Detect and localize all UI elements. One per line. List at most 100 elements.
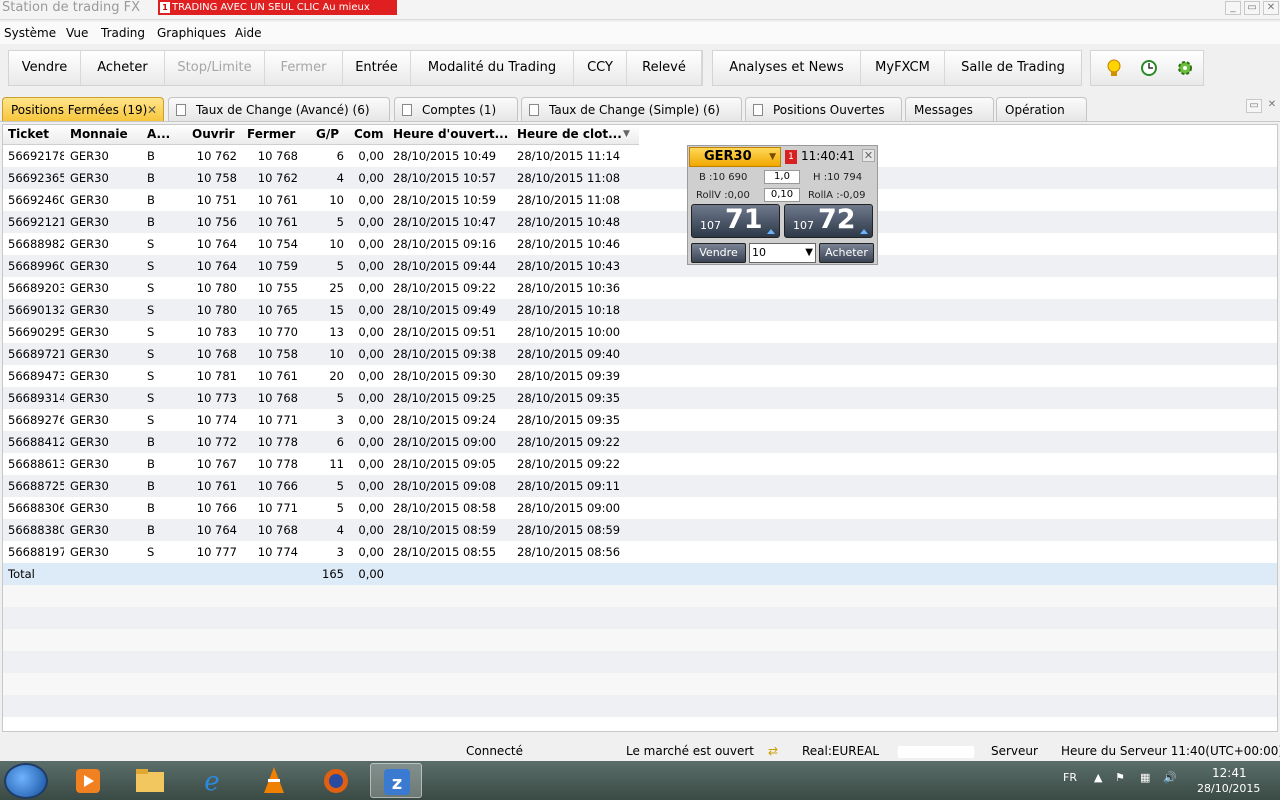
table-row[interactable]: 56689203 GER30 S 10 780 10 755 25 0,00 28/10/20… xyxy=(3,277,1277,299)
lightbulb-icon[interactable] xyxy=(1104,58,1124,78)
col-pl[interactable]: G/P xyxy=(316,127,339,141)
table-row[interactable]: 56689314 GER30 S 10 773 10 768 5 0,00 28/10/201… xyxy=(3,387,1277,409)
trading-room-button[interactable]: Salle de Trading xyxy=(945,50,1081,86)
cell-open-time: 28/10/2015 10:59 xyxy=(393,193,497,207)
cell-close-price: 10 762 xyxy=(257,171,298,185)
settings-gear-icon[interactable] xyxy=(1175,58,1195,78)
symbol-selector[interactable]: GER30 ▼ xyxy=(689,147,781,167)
firefox-app[interactable] xyxy=(310,763,362,798)
cell-open-time: 28/10/2015 10:49 xyxy=(393,149,497,163)
table-row[interactable]: 56688725 GER30 B 10 761 10 766 5 0,00 28/10/201… xyxy=(3,475,1277,497)
tab-advanced-rates[interactable]: Taux de Change (Avancé) (6) xyxy=(168,97,390,121)
col-commission[interactable]: Com xyxy=(354,127,384,141)
table-row[interactable]: 56692460 GER30 B 10 751 10 761 10 0,00 28/10/20… xyxy=(3,189,1277,211)
minimize-button[interactable]: _ xyxy=(1225,1,1241,15)
close-tab-icon[interactable]: ✕ xyxy=(147,98,157,122)
table-row[interactable]: 56689276 GER30 S 10 774 10 771 3 0,00 28/10/201… xyxy=(3,409,1277,431)
cell-currency: GER30 xyxy=(70,281,109,295)
tab-open-positions[interactable]: Positions Ouvertes xyxy=(745,97,902,121)
table-row[interactable]: 56689721 GER30 S 10 768 10 758 10 0,00 28/10/20… xyxy=(3,343,1277,365)
col-side[interactable]: A... xyxy=(147,127,170,141)
table-row[interactable]: 56689960 GER30 S 10 764 10 759 5 0,00 28/10/201… xyxy=(3,255,1277,277)
table-row[interactable]: 56688380 GER30 B 10 764 10 768 4 0,00 28/10/201… xyxy=(3,519,1277,541)
network-icon[interactable]: ▦ xyxy=(1140,771,1150,784)
widget-alert-badge[interactable]: 1 xyxy=(785,150,797,164)
cell-currency: GER30 xyxy=(70,545,109,559)
col-open[interactable]: Ouvrir xyxy=(192,127,235,141)
lot-field[interactable]: 1,0 xyxy=(764,170,800,184)
statement-button[interactable]: Relevé xyxy=(627,50,702,86)
tray-expand-icon[interactable]: ▲ xyxy=(1094,771,1102,784)
close-position-button[interactable]: Fermer xyxy=(265,50,343,86)
buy-button[interactable]: Acheter xyxy=(81,50,165,86)
sell-button[interactable]: Vendre xyxy=(9,50,81,86)
myfxcm-button[interactable]: MyFXCM xyxy=(861,50,945,86)
table-row[interactable]: 56688412 GER30 B 10 772 10 778 6 0,00 28/10/201… xyxy=(3,431,1277,453)
table-row[interactable]: 56692178 GER30 B 10 762 10 768 6 0,00 28/10/201… xyxy=(3,145,1277,167)
menu-graphiques[interactable]: Graphiques xyxy=(157,26,226,40)
col-ticket[interactable]: Ticket xyxy=(8,127,49,141)
tab-closed-positions[interactable]: Positions Fermées (19) ✕ xyxy=(2,97,164,121)
panel-close-button[interactable]: ✕ xyxy=(1264,99,1280,113)
trading-station-app[interactable]: z xyxy=(370,763,422,798)
table-row[interactable]: 56689473 GER30 S 10 781 10 761 20 0,00 28/10/20… xyxy=(3,365,1277,387)
explorer-app[interactable] xyxy=(124,763,176,798)
table-row[interactable]: 56688613 GER30 B 10 767 10 778 11 0,00 28/10/20… xyxy=(3,453,1277,475)
widget-buy-button[interactable]: Acheter xyxy=(819,243,874,263)
buy-price-button[interactable]: 107 72 xyxy=(784,204,873,238)
cell-open-price: 10 781 xyxy=(196,369,237,383)
clock-date[interactable]: 28/10/2015 xyxy=(1197,782,1260,795)
table-row[interactable]: 56688306 GER30 B 10 766 10 771 5 0,00 28/10/201… xyxy=(3,497,1277,519)
cell-close-time: 28/10/2015 11:08 xyxy=(517,171,621,185)
entry-button[interactable]: Entrée xyxy=(343,50,411,86)
buy-price-pips: 72 xyxy=(818,204,856,235)
restore-button[interactable]: ▭ xyxy=(1244,1,1260,15)
clock-refresh-icon[interactable] xyxy=(1139,58,1159,78)
close-icon[interactable]: ✕ xyxy=(862,149,875,162)
one-click-trading-banner[interactable]: 1 TRADING AVEC UN SEUL CLIC Au mieux xyxy=(158,0,397,15)
action-center-flag-icon[interactable]: ⚑ xyxy=(1115,771,1125,784)
table-row[interactable]: 56692121 GER30 B 10 756 10 761 5 0,00 28/10/201… xyxy=(3,211,1277,233)
cell-currency: GER30 xyxy=(70,325,109,339)
menu-systeme[interactable]: Système xyxy=(4,26,56,40)
table-row[interactable]: 56688982 GER30 S 10 764 10 754 10 0,00 28/10/20… xyxy=(3,233,1277,255)
widget-sell-button[interactable]: Vendre xyxy=(691,243,746,263)
volume-icon[interactable]: 🔊 xyxy=(1163,771,1177,784)
menu-vue[interactable]: Vue xyxy=(66,26,88,40)
panel-restore-button[interactable]: ▭ xyxy=(1246,99,1262,113)
quote-widget[interactable]: GER30 ▼ 1 11:40:41 ✕ B :10 690 1,0 H :10… xyxy=(687,145,878,265)
vlc-app[interactable] xyxy=(248,763,300,798)
tab-accounts[interactable]: Comptes (1) xyxy=(394,97,518,121)
table-row[interactable]: 56692365 GER30 B 10 758 10 762 4 0,00 28/10/201… xyxy=(3,167,1277,189)
ccy-button[interactable]: CCY xyxy=(574,50,627,86)
cell-commission: 0,00 xyxy=(358,457,384,471)
menu-aide[interactable]: Aide xyxy=(235,26,262,40)
table-row[interactable]: 56690295 GER30 S 10 783 10 770 13 0,00 28/10/20… xyxy=(3,321,1277,343)
col-open-time[interactable]: Heure d'ouvert... xyxy=(393,127,508,141)
table-row[interactable]: 56688197 GER30 S 10 777 10 774 3 0,00 28/10/201… xyxy=(3,541,1277,563)
col-currency[interactable]: Monnaie xyxy=(70,127,128,141)
cell-open-time: 28/10/2015 09:16 xyxy=(393,237,497,251)
close-window-button[interactable]: ✕ xyxy=(1263,1,1279,15)
trading-mode-button[interactable]: Modalité du Trading xyxy=(411,50,574,86)
cell-currency: GER30 xyxy=(70,193,109,207)
cell-open-time: 28/10/2015 08:55 xyxy=(393,545,497,559)
clock-time[interactable]: 12:41 xyxy=(1212,766,1247,780)
col-close-time[interactable]: Heure de clot... xyxy=(517,127,622,141)
table-row[interactable]: 56690132 GER30 S 10 780 10 765 15 0,00 28/10/20… xyxy=(3,299,1277,321)
sell-price-button[interactable]: 107 71 xyxy=(691,204,780,238)
svg-text:z: z xyxy=(392,773,402,794)
tab-simple-rates[interactable]: Taux de Change (Simple) (6) xyxy=(521,97,742,121)
media-player-app[interactable] xyxy=(62,763,114,798)
internet-explorer-app[interactable]: e xyxy=(186,763,238,798)
amount-select[interactable]: 10 ▼ xyxy=(749,243,816,263)
col-close[interactable]: Fermer xyxy=(247,127,295,141)
tab-messages[interactable]: Messages xyxy=(905,97,994,121)
menu-trading[interactable]: Trading xyxy=(101,26,145,40)
cell-close-price: 10 754 xyxy=(257,237,298,251)
stop-limit-button[interactable]: Stop/Limite xyxy=(165,50,265,86)
analysis-news-button[interactable]: Analyses et News xyxy=(713,50,861,86)
start-button[interactable] xyxy=(4,763,48,799)
tab-operation[interactable]: Opération xyxy=(996,97,1087,121)
language-indicator[interactable]: FR xyxy=(1063,771,1077,784)
